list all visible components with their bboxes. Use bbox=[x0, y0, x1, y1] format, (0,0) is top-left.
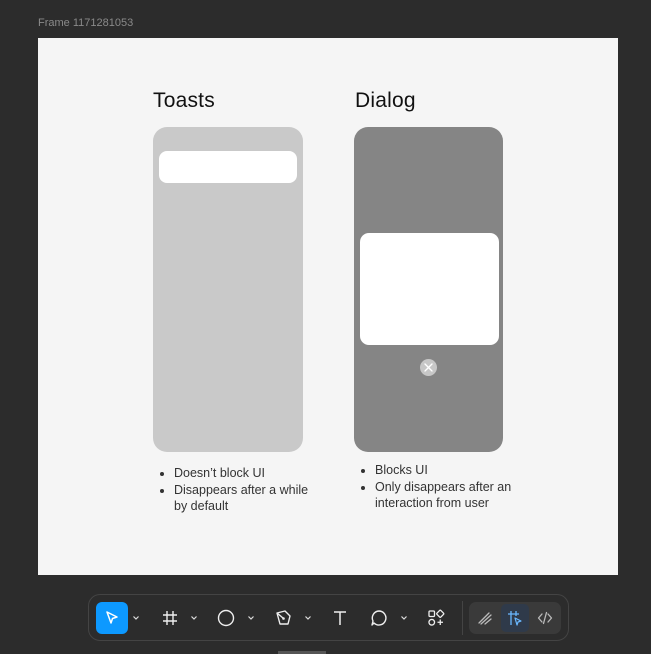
pen-tool-button[interactable] bbox=[267, 602, 299, 634]
mode-switcher bbox=[469, 602, 561, 634]
frame-label[interactable]: Frame 1171281053 bbox=[38, 17, 133, 29]
design-icon bbox=[508, 611, 522, 626]
comment-tool-button[interactable] bbox=[363, 602, 395, 634]
toasts-bullet-list: Doesn’t block UI Disappears after a whil… bbox=[154, 465, 314, 515]
frame-icon bbox=[163, 611, 177, 625]
list-item: Doesn’t block UI bbox=[174, 465, 314, 482]
chevron-down-icon[interactable] bbox=[400, 614, 408, 622]
code-icon bbox=[537, 611, 553, 625]
text-tool-button[interactable] bbox=[324, 602, 356, 634]
frame[interactable]: Toasts Doesn’t block UI Disappears after… bbox=[38, 38, 618, 575]
chevron-down-icon[interactable] bbox=[304, 614, 312, 622]
bottom-toolbar bbox=[88, 594, 569, 641]
toast-card bbox=[159, 151, 297, 183]
toast-phone-mockup bbox=[153, 127, 303, 452]
ellipse-icon bbox=[217, 609, 235, 627]
toasts-title: Toasts bbox=[153, 89, 215, 112]
list-item: Blocks UI bbox=[375, 462, 517, 479]
text-icon bbox=[334, 611, 346, 625]
dialog-phone-mockup bbox=[354, 127, 503, 452]
cursor-icon bbox=[106, 611, 118, 624]
close-icon bbox=[420, 359, 437, 376]
frame-tool-button[interactable] bbox=[154, 602, 186, 634]
chevron-down-icon[interactable] bbox=[190, 614, 198, 622]
actions-icon bbox=[428, 609, 445, 626]
chevron-down-icon[interactable] bbox=[132, 614, 140, 622]
design-mode-button[interactable] bbox=[501, 604, 529, 632]
list-item: Only disappears after an interaction fro… bbox=[375, 479, 517, 512]
pen-icon bbox=[276, 610, 291, 625]
dev-mode-button[interactable] bbox=[531, 604, 559, 632]
ellipse-tool-button[interactable] bbox=[210, 602, 242, 634]
draw-icon bbox=[478, 612, 492, 625]
actions-tool-button[interactable] bbox=[420, 602, 452, 634]
toolbar-divider bbox=[462, 601, 463, 635]
draw-mode-button[interactable] bbox=[471, 604, 499, 632]
move-tool-button[interactable] bbox=[96, 602, 128, 634]
dialog-card bbox=[360, 233, 499, 345]
comment-icon bbox=[371, 610, 387, 626]
dialog-title: Dialog bbox=[355, 89, 416, 112]
list-item: Disappears after a while by default bbox=[174, 482, 314, 515]
dialog-bullet-list: Blocks UI Only disappears after an inter… bbox=[355, 462, 517, 512]
chevron-down-icon[interactable] bbox=[247, 614, 255, 622]
